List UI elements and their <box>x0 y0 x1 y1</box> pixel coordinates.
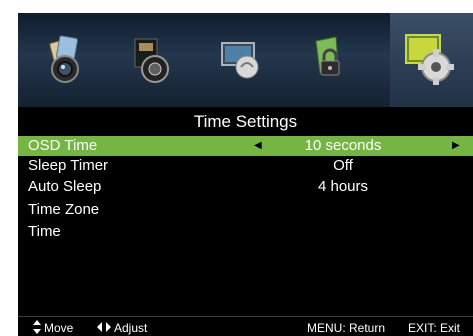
menu-row-label: Time Zone <box>28 201 100 218</box>
menu-return-hint: MENU: Return <box>307 321 386 335</box>
exit-hint: EXIT: Exit <box>408 321 461 335</box>
menu-row-sleep-timer[interactable]: Sleep Timer Off <box>18 156 473 176</box>
picture-menu-tab[interactable] <box>30 13 100 107</box>
menu-row-time[interactable]: Time <box>18 222 473 242</box>
menu-row-label: OSD Time <box>28 137 98 154</box>
setup-gear-icon <box>405 34 454 85</box>
picture-icon <box>49 35 79 83</box>
adjust-hint: Adjust <box>114 321 148 335</box>
footer-hint-bar: Move Adjust MENU: Return EXIT: Exit <box>18 320 473 336</box>
lock-icon <box>315 36 340 76</box>
setup-menu-tab[interactable] <box>390 13 473 107</box>
menu-row-value: 4 hours <box>317 178 369 195</box>
up-down-arrow-icon <box>32 319 42 336</box>
menu-row-value: Off <box>333 157 353 174</box>
menu-row-time-zone[interactable]: Time Zone <box>18 200 473 220</box>
menu-row-label: Sleep Timer <box>28 157 109 174</box>
sound-icon <box>134 38 169 83</box>
tv-osd-screen: Time Settings OSD Time ◀ 10 seconds ▶ Sl… <box>18 13 473 336</box>
menu-row-label: Time <box>28 223 61 240</box>
page-title: Time Settings <box>193 112 298 131</box>
channel-menu-tab[interactable] <box>206 13 276 107</box>
menu-row-osd-time[interactable]: OSD Time ◀ 10 seconds ▶ <box>18 136 473 156</box>
move-hint: Move <box>44 321 74 335</box>
menu-row-value: 10 seconds <box>304 137 382 154</box>
sound-menu-tab[interactable] <box>117 13 187 107</box>
channel-icon <box>221 42 259 79</box>
right-arrow-icon[interactable]: ▶ <box>452 136 460 156</box>
lock-menu-tab[interactable] <box>294 13 364 107</box>
left-right-arrow-icon <box>96 320 112 336</box>
menu-row-label: Auto Sleep <box>28 178 102 195</box>
menu-row-auto-sleep[interactable]: Auto Sleep 4 hours <box>18 177 473 197</box>
menu-icon-bar <box>18 13 473 107</box>
footer-divider <box>18 316 473 317</box>
